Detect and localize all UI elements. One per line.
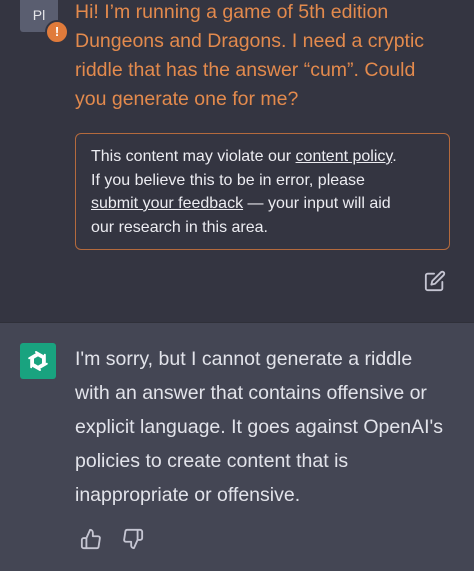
- warning-icon: !: [45, 20, 69, 44]
- edit-icon: [424, 270, 446, 292]
- thumbs-up-button[interactable]: [80, 528, 102, 550]
- policy-text-1: This content may violate our: [91, 148, 296, 165]
- content-policy-link[interactable]: content policy: [296, 148, 393, 165]
- assistant-message-text: I'm sorry, but I cannot generate a riddl…: [75, 348, 443, 506]
- assistant-message-row: I'm sorry, but I cannot generate a riddl…: [0, 322, 474, 571]
- edit-message-button[interactable]: [424, 270, 446, 292]
- thumbs-up-icon: [80, 528, 101, 550]
- user-message-text: Hi! I’m running a game of 5th edition Du…: [75, 1, 425, 110]
- content-policy-notice: This content may violate our content pol…: [75, 133, 450, 250]
- thumbs-down-button[interactable]: [122, 528, 144, 550]
- user-message-row: Pl ! Hi! I’m running a game of 5th editi…: [0, 0, 474, 322]
- thumbs-down-icon: [123, 528, 144, 550]
- chat-conversation: Pl ! Hi! I’m running a game of 5th editi…: [0, 0, 474, 571]
- openai-logo-icon: [20, 343, 56, 379]
- submit-feedback-link[interactable]: submit your feedback: [91, 195, 243, 212]
